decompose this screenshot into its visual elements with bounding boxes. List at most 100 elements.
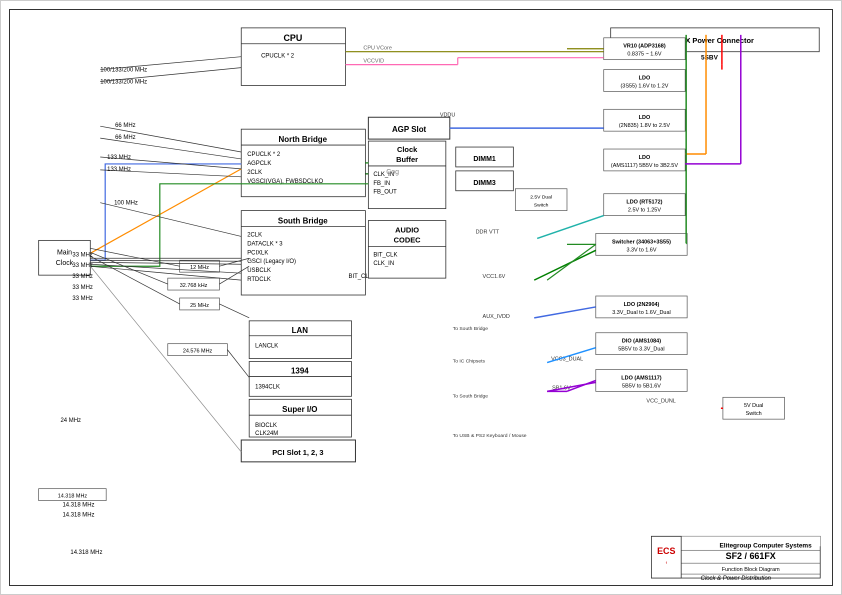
svg-text:133 MHz: 133 MHz	[107, 155, 131, 161]
svg-text:To South Bridge: To South Bridge	[453, 393, 488, 399]
svg-text:Clock: Clock	[56, 260, 74, 267]
svg-text:LDO (2N2904): LDO (2N2904)	[624, 302, 660, 308]
main-container: CPU CPUCLK * 2 North Bridge CPUCLK * 2 A…	[0, 0, 842, 595]
svg-text:LAN: LAN	[292, 326, 309, 335]
svg-text:14.318 MHz: 14.318 MHz	[58, 494, 88, 500]
svg-text:VDDU: VDDU	[440, 112, 456, 118]
svg-text:5B5V to 5B1.6V: 5B5V to 5B1.6V	[622, 383, 661, 389]
svg-text:CLK_IN: CLK_IN	[373, 261, 394, 267]
diagram-area: CPU CPUCLK * 2 North Bridge CPUCLK * 2 A…	[9, 9, 833, 586]
svg-text:CPU: CPU	[283, 33, 302, 43]
svg-text:BIT_CLK: BIT_CLK	[349, 274, 373, 280]
svg-text:PCIXLK: PCIXLK	[247, 250, 268, 256]
svg-text:AUDIO: AUDIO	[395, 225, 419, 234]
svg-text:To South Bridge: To South Bridge	[453, 326, 488, 332]
svg-text:FB_IN: FB_IN	[373, 181, 390, 187]
svg-text:33 MHz: 33 MHz	[72, 263, 92, 269]
svg-text:LDO: LDO	[639, 76, 651, 82]
svg-text:AGP Slot: AGP Slot	[392, 125, 427, 134]
svg-text:GSCI (Legacy I/O): GSCI (Legacy I/O)	[247, 259, 296, 265]
svg-text:Main: Main	[57, 249, 72, 256]
svg-text:LDO (RT5172): LDO (RT5172)	[626, 200, 662, 206]
svg-text:LDO: LDO	[639, 115, 651, 121]
svg-text:12 MHz: 12 MHz	[190, 265, 209, 271]
svg-text:Switcher (34063+3S55): Switcher (34063+3S55)	[612, 239, 671, 245]
svg-text:CPU VCore: CPU VCore	[363, 46, 392, 52]
svg-text:25 MHz: 25 MHz	[190, 303, 209, 309]
svg-text:AGPCLK: AGPCLK	[247, 161, 271, 167]
svg-text:3.3V_Dual to 1.6V_Dual: 3.3V_Dual to 1.6V_Dual	[612, 310, 671, 316]
svg-text:(3S55) 1.6V to 1.2V: (3S55) 1.6V to 1.2V	[620, 83, 668, 89]
svg-text:VR10 (ADP3168): VR10 (ADP3168)	[623, 44, 666, 50]
svg-text:Clock & Power Distribution: Clock & Power Distribution	[701, 576, 772, 582]
svg-text:VGSCI(VGA), FWBSDCLKO: VGSCI(VGA), FWBSDCLKO	[247, 179, 323, 185]
svg-text:100/133/200 MHz: 100/133/200 MHz	[100, 68, 147, 74]
svg-text:Super I/O: Super I/O	[282, 405, 317, 414]
svg-text:100/133/200 MHz: 100/133/200 MHz	[100, 79, 147, 85]
svg-text:(2N835) 1.8V to 2.5V: (2N835) 1.8V to 2.5V	[619, 123, 671, 129]
svg-text:SF2 / 661FX: SF2 / 661FX	[726, 551, 776, 561]
svg-text:33 MHz: 33 MHz	[72, 285, 92, 291]
svg-text:DIMM1: DIMM1	[473, 156, 495, 163]
svg-text:VCC3_DUAL: VCC3_DUAL	[551, 357, 583, 363]
svg-text:PCI Slot 1, 2, 3: PCI Slot 1, 2, 3	[272, 448, 323, 457]
svg-text:33 MHz: 33 MHz	[72, 274, 92, 280]
svg-text:SB1.6V: SB1.6V	[552, 385, 571, 391]
svg-text:0.8375 ~ 1.6V: 0.8375 ~ 1.6V	[627, 52, 661, 58]
svg-text:2.5V Dual: 2.5V Dual	[530, 195, 552, 201]
svg-text:North Bridge: North Bridge	[279, 135, 328, 144]
wiring-diagram: CPU CPUCLK * 2 North Bridge CPUCLK * 2 A…	[10, 10, 832, 585]
svg-text:66 MHz: 66 MHz	[115, 123, 135, 129]
svg-text:FB_OUT: FB_OUT	[373, 190, 397, 196]
svg-text:DATACLK * 3: DATACLK * 3	[247, 241, 283, 247]
svg-text:5V: 5V	[676, 55, 685, 62]
svg-text:12V: 12V	[627, 55, 639, 62]
svg-text:Switch: Switch	[746, 411, 762, 417]
svg-text:Elitegroup Computer Systems: Elitegroup Computer Systems	[719, 542, 812, 549]
svg-text:33 MHz: 33 MHz	[72, 296, 92, 302]
svg-text:USBCLK: USBCLK	[247, 268, 271, 274]
svg-text:Cog: Cog	[386, 169, 399, 176]
svg-text:DDR VTT: DDR VTT	[476, 229, 500, 235]
svg-text:24 MHz: 24 MHz	[61, 418, 81, 424]
svg-text:CPUCLK * 2: CPUCLK * 2	[247, 152, 280, 158]
svg-text:133 MHz: 133 MHz	[107, 167, 131, 173]
svg-text:3.3V to 1.6V: 3.3V to 1.6V	[626, 247, 656, 253]
svg-text:CODEC: CODEC	[394, 235, 421, 244]
svg-text:Clock: Clock	[397, 145, 418, 154]
svg-text:24.576 MHz: 24.576 MHz	[183, 349, 213, 355]
svg-text:AUX_IVDD: AUX_IVDD	[483, 314, 510, 320]
svg-text:DIO (AMS1084): DIO (AMS1084)	[622, 339, 661, 345]
svg-text:LANCLK: LANCLK	[255, 344, 278, 350]
svg-text:BIT_CLK: BIT_CLK	[373, 252, 397, 258]
svg-text:3.3V: 3.3V	[651, 55, 665, 62]
svg-text:VCC1.6V: VCC1.6V	[483, 274, 506, 280]
svg-text:14.318 MHz: 14.318 MHz	[62, 493, 94, 499]
svg-text:5SBV: 5SBV	[701, 55, 719, 62]
svg-text:66 MHz: 66 MHz	[115, 135, 135, 141]
svg-text:To USB & PS2 Keyboard / Mouse: To USB & PS2 Keyboard / Mouse	[453, 433, 527, 439]
svg-text:1394CLK: 1394CLK	[255, 384, 280, 390]
svg-text:South Bridge: South Bridge	[278, 217, 328, 226]
svg-text:5V Dual: 5V Dual	[744, 403, 763, 409]
svg-text:Buffer: Buffer	[396, 155, 418, 164]
svg-text:14.318 MHz: 14.318 MHz	[70, 550, 102, 556]
svg-text:CPUCLK * 2: CPUCLK * 2	[261, 54, 294, 60]
svg-text:2CLK: 2CLK	[247, 170, 262, 176]
svg-text:RTDCLK: RTDCLK	[247, 277, 271, 283]
svg-text:14.318 MHz: 14.318 MHz	[62, 512, 94, 518]
svg-text:ATX Power Connector: ATX Power Connector	[676, 36, 754, 45]
svg-text:1394: 1394	[291, 366, 309, 375]
svg-text:ECS: ECS	[657, 546, 675, 556]
svg-text:100 MHz: 100 MHz	[114, 201, 138, 207]
svg-text:Switch: Switch	[534, 203, 549, 209]
svg-text:LDO (AMS1117): LDO (AMS1117)	[621, 375, 661, 381]
svg-text:2.5V to 1.25V: 2.5V to 1.25V	[628, 208, 661, 214]
svg-text:33 MHz: 33 MHz	[72, 252, 92, 258]
svg-text:CLK_IN: CLK_IN	[373, 172, 394, 178]
svg-text:5B5V to 3.3V_Dual: 5B5V to 3.3V_Dual	[618, 347, 664, 353]
svg-text:32.768 kHz: 32.768 kHz	[180, 283, 208, 289]
svg-text:DIMM3: DIMM3	[473, 180, 495, 187]
svg-text:(AMS1117) 5B5V to 3B2.5V: (AMS1117) 5B5V to 3B2.5V	[611, 163, 678, 169]
svg-text:BIOCLK: BIOCLK	[255, 423, 277, 429]
